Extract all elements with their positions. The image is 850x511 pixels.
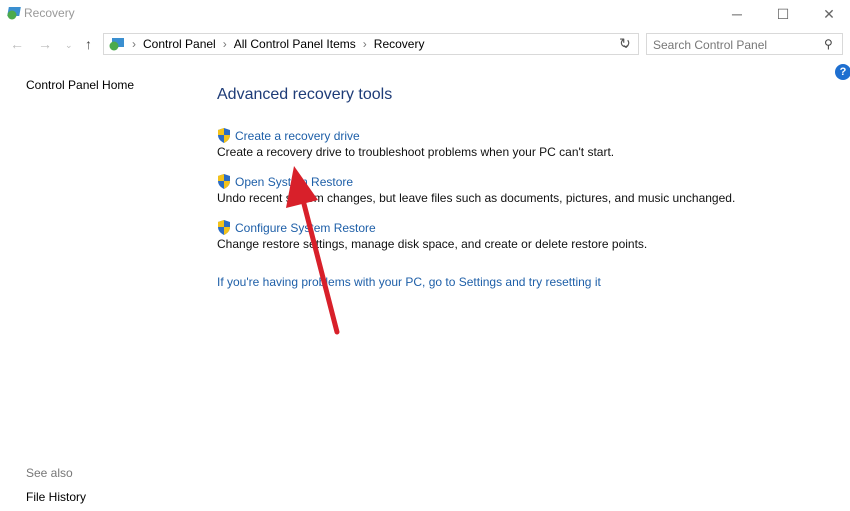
reset-pc-link[interactable]: If you're having problems with your PC, … xyxy=(217,275,601,289)
search-placeholder: Search Control Panel xyxy=(653,38,768,52)
recovery-app-icon xyxy=(7,7,21,20)
forward-button[interactable]: → xyxy=(38,36,52,52)
configure-restore-item: Configure System Restore Change restore … xyxy=(217,220,647,251)
recovery-drive-description: Create a recovery drive to troubleshoot … xyxy=(217,145,615,159)
search-icon[interactable]: ⚲ xyxy=(824,37,833,51)
shield-icon xyxy=(218,174,230,189)
help-icon[interactable]: ? xyxy=(835,64,850,80)
up-button[interactable]: ↑ xyxy=(85,36,92,52)
back-button[interactable]: ← xyxy=(10,36,24,52)
breadcrumb-control-panel[interactable]: Control Panel xyxy=(143,37,216,51)
window-title: Recovery xyxy=(24,6,75,20)
create-recovery-drive-link[interactable]: Create a recovery drive xyxy=(217,128,614,143)
breadcrumb-all-items[interactable]: All Control Panel Items xyxy=(234,37,356,51)
recovery-drive-item: Create a recovery drive Create a recover… xyxy=(217,128,614,159)
system-restore-description: Undo recent system changes, but leave fi… xyxy=(217,191,736,205)
shield-icon xyxy=(218,220,230,235)
recent-locations-dropdown[interactable]: ⌄ xyxy=(65,40,73,51)
breadcrumb-recovery[interactable]: Recovery xyxy=(374,37,425,51)
address-bar[interactable]: › Control Panel › All Control Panel Items … xyxy=(103,33,639,55)
see-also-label: See also xyxy=(26,466,73,480)
search-input[interactable]: Search Control Panel xyxy=(646,33,843,55)
configure-system-restore-link[interactable]: Configure System Restore xyxy=(217,220,647,235)
control-panel-icon xyxy=(109,38,124,51)
refresh-icon[interactable]: ↻ xyxy=(619,35,631,52)
configure-restore-description: Change restore settings, manage disk spa… xyxy=(217,237,648,251)
red-annotation-arrow xyxy=(286,166,340,335)
page-title: Advanced recovery tools xyxy=(217,86,393,103)
minimize-button[interactable]: ─ xyxy=(714,0,760,28)
file-history-link[interactable]: File History xyxy=(26,490,86,504)
control-panel-home-link[interactable]: Control Panel Home xyxy=(26,78,134,92)
close-button[interactable]: ✕ xyxy=(806,0,850,28)
open-system-restore-link[interactable]: Open System Restore xyxy=(217,174,735,189)
system-restore-item: Open System Restore Undo recent system c… xyxy=(217,174,735,205)
maximize-button[interactable]: ☐ xyxy=(760,0,806,28)
shield-icon xyxy=(218,128,230,143)
